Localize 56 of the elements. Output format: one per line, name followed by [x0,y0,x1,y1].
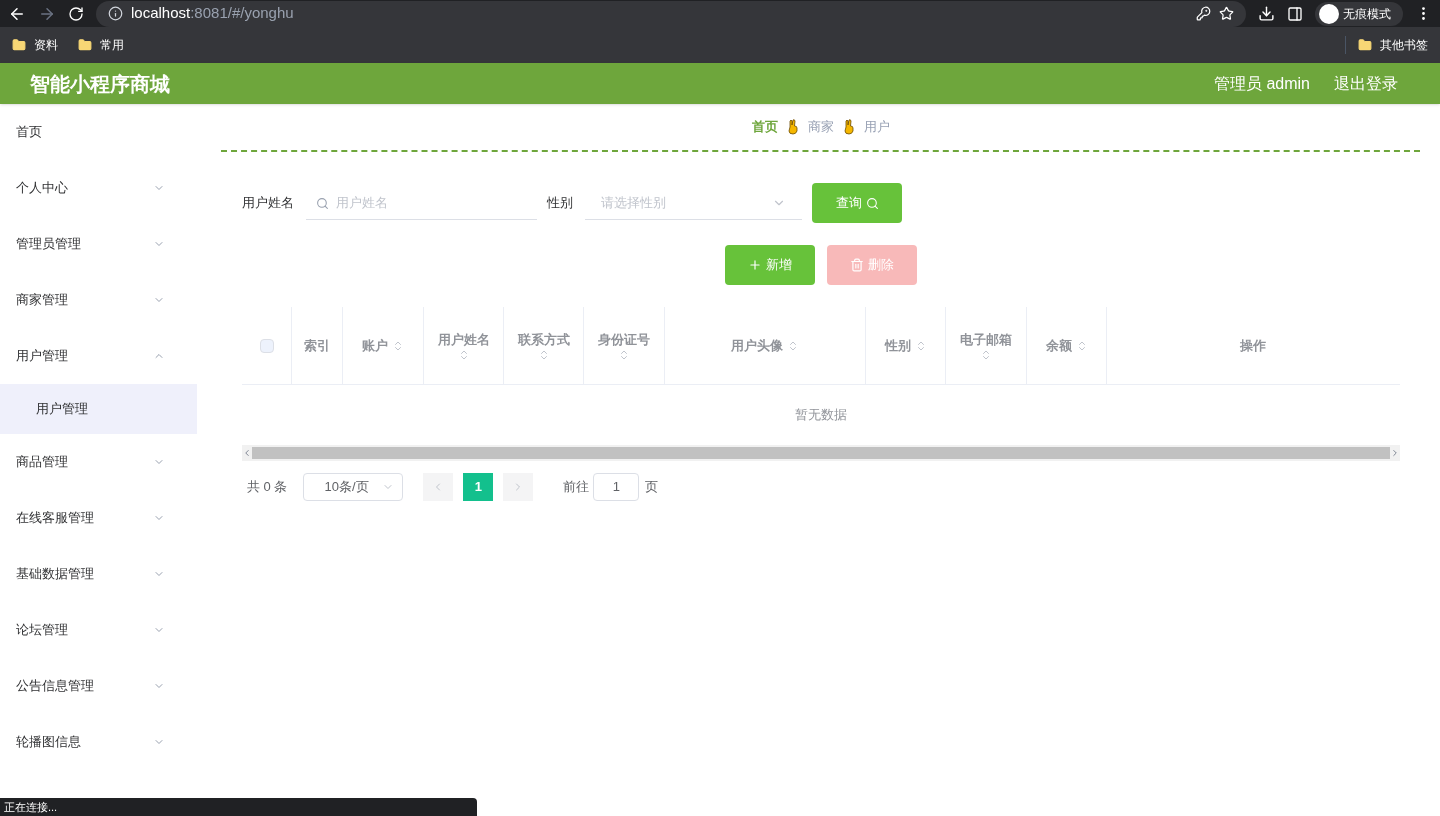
next-page-button[interactable] [503,473,534,501]
folder-icon [12,38,26,52]
sidebar-item[interactable]: 首页 [0,104,197,160]
download-icon[interactable] [1258,5,1275,22]
sidebar-item[interactable]: 个人中心 [0,160,197,216]
column-header[interactable]: 操作 [1107,307,1399,384]
goto-input[interactable]: 1 [593,473,640,501]
hand-icon [785,119,800,135]
select-all-checkbox[interactable] [259,338,274,353]
plus-icon [747,258,762,272]
status-bubble: 正在连接... [0,798,477,816]
field-label: 性别 [547,194,573,213]
app-title: 智能小程序商城 [30,71,170,97]
goto-suffix: 页 [645,478,659,497]
folder-icon [78,38,92,52]
bookmark-item[interactable]: 常用 [78,36,124,54]
sidebar-subitem[interactable]: 用户管理 [0,384,197,434]
url-text: localhost:8081/#/yonghu [131,3,294,24]
name-input[interactable]: 用户姓名 [306,186,537,220]
trash-icon [849,258,864,272]
search-icon [865,196,879,210]
sort-icon[interactable] [392,339,404,352]
goto-label: 前往 [563,478,590,497]
sidebar-item[interactable]: 商家管理 [0,272,197,328]
side-panel-icon[interactable] [1287,5,1303,22]
folder-icon [1358,38,1372,52]
sidebar-item[interactable]: 基础数据管理 [0,546,197,602]
sidebar-item[interactable]: 管理员管理 [0,216,197,272]
sidebar-item[interactable]: 论坛管理 [0,602,197,658]
sort-icon[interactable] [787,339,799,352]
field-label: 用户姓名 [242,194,294,213]
key-icon[interactable] [1196,6,1211,21]
scroll-right-icon[interactable] [1390,448,1400,458]
sort-icon[interactable] [618,349,630,362]
prev-page-button[interactable] [423,473,454,501]
bookmark-item[interactable]: 资料 [12,36,58,54]
sidebar-item[interactable]: 轮播图信息 [0,714,197,770]
sidebar-item[interactable]: 用户管理 [0,328,197,384]
incognito-badge[interactable]: 无痕模式 [1315,1,1403,26]
sidebar-item[interactable]: 公告信息管理 [0,658,197,714]
address-bar[interactable]: localhost:8081/#/yonghu [96,0,1246,27]
search-icon [316,197,329,210]
sidebar-item[interactable]: 在线客服管理 [0,490,197,546]
bookmark-item[interactable]: 其他书签 [1345,36,1428,54]
hand-icon [841,119,856,135]
user-label: 管理员 admin [1213,73,1310,94]
total-count: 共 0 条 [247,478,288,497]
reload-icon[interactable] [68,5,84,22]
horizontal-scrollbar[interactable] [242,445,1400,461]
sort-icon[interactable] [980,349,992,362]
scroll-left-icon[interactable] [242,448,252,458]
info-icon [108,6,123,21]
empty-text: 暂无数据 [795,406,847,425]
sidebar-item[interactable]: 商品管理 [0,434,197,490]
page-size-select[interactable]: 10条/页 [303,473,404,501]
star-icon[interactable] [1219,6,1234,21]
